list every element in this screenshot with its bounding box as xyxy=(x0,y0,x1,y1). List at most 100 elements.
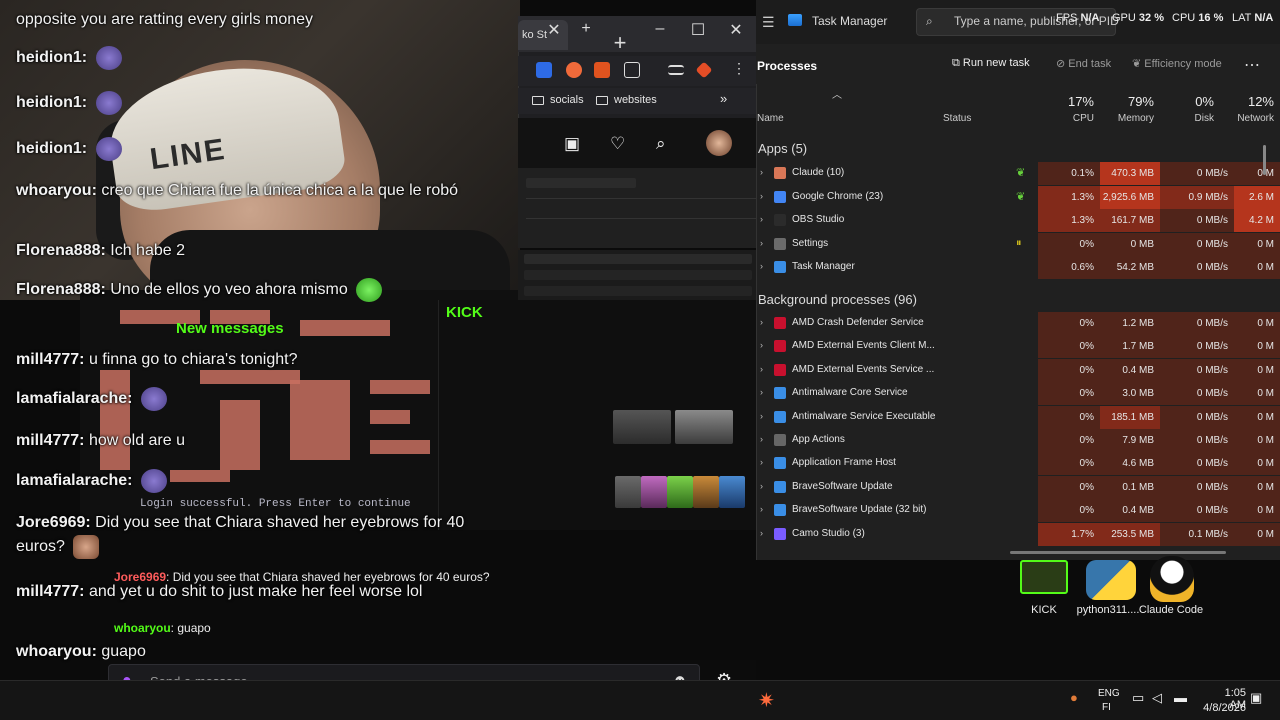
background-process-row[interactable]: › App Actions 0% 7.9 MB 0 MB/s 0 M xyxy=(756,429,1280,452)
chevron-right-icon[interactable]: › xyxy=(760,214,763,224)
media-icon[interactable] xyxy=(668,65,684,75)
process-name: AMD Crash Defender Service xyxy=(792,317,924,328)
chat-text: and yet u do shit to just make her feel … xyxy=(88,583,423,600)
background-process-row[interactable]: › Antimalware Core Service 0% 3.0 MB 0 MB/s 0… xyxy=(756,382,1280,406)
background-process-row[interactable]: › Camo Studio (3) 1.7% 253.5 MB 0.1 MB/s 0 M xyxy=(756,522,1280,546)
app-process-row[interactable]: › Google Chrome (23) ❦ 1.3% 2,925.6 MB 0.9 MB… xyxy=(756,185,1280,209)
end-task-button[interactable]: ⊘ End task xyxy=(1056,57,1111,70)
perf-value: N/A xyxy=(1254,12,1274,24)
desktop-icon-label[interactable]: python311.... xyxy=(1073,604,1143,616)
cpu-cell: 1.7% xyxy=(1038,522,1100,546)
chevron-right-icon[interactable]: › xyxy=(760,317,763,327)
bookmark-folder[interactable]: websites xyxy=(596,94,657,106)
column-memory[interactable]: Memory xyxy=(1100,113,1154,124)
chevron-right-icon[interactable]: › xyxy=(760,340,763,350)
chat-message: heidion1: xyxy=(16,91,486,115)
disk-cell: 0 MB/s xyxy=(1160,256,1234,279)
network-cell: 2.6 M xyxy=(1234,185,1280,209)
maximize-icon[interactable]: ☐ xyxy=(688,20,708,40)
chevron-right-icon[interactable]: › xyxy=(760,238,763,248)
chevron-right-icon[interactable]: › xyxy=(760,191,763,201)
process-name: OBS Studio xyxy=(792,214,845,225)
bitwarden-icon[interactable] xyxy=(536,62,552,78)
app-process-row[interactable]: › Claude (10) ❦ 0.1% 470.3 MB 0 MB/s 0 M xyxy=(756,162,1280,185)
vertical-scrollbar[interactable] xyxy=(1263,145,1266,175)
suspended-pause-icon: ⏸ xyxy=(1016,236,1022,249)
bookmark-folder[interactable]: socials xyxy=(532,94,584,106)
gpu-readout: GPU 32 % xyxy=(1112,12,1164,24)
network-cell: 0 M xyxy=(1234,429,1280,452)
following-icon[interactable]: ▣ xyxy=(564,134,580,154)
app-process-row[interactable]: › Settings ⏸ 0% 0 MB 0 MB/s 0 M xyxy=(756,232,1280,256)
hamburger-menu-icon[interactable]: ☰ xyxy=(762,14,775,31)
battery-icon[interactable]: ▬ xyxy=(1174,690,1187,705)
avatar[interactable] xyxy=(706,130,732,156)
disk-cell: 0 MB/s xyxy=(1160,475,1234,499)
desktop-icon-label[interactable]: Claude Code xyxy=(1136,604,1206,616)
new-tab-icon[interactable]: + xyxy=(576,20,596,38)
perf-label: GPU xyxy=(1112,12,1136,24)
puzzle-icon[interactable] xyxy=(624,62,640,78)
column-status[interactable]: Status xyxy=(943,113,971,124)
process-name: Google Chrome (23) xyxy=(792,190,884,202)
fox-icon[interactable] xyxy=(594,62,610,78)
background-process-row[interactable]: › BraveSoftware Update (32 bit) 0% 0.4 MB 0 … xyxy=(756,499,1280,523)
column-cpu[interactable]: CPU xyxy=(1038,113,1094,124)
clock-date[interactable]: 4/8/2026 xyxy=(1198,702,1246,714)
chevron-right-icon[interactable]: › xyxy=(760,261,763,271)
chevron-right-icon[interactable]: › xyxy=(760,364,763,374)
chevron-right-icon[interactable]: › xyxy=(760,434,763,444)
kick-app-icon[interactable] xyxy=(1020,560,1068,594)
network-total: 12% xyxy=(1247,94,1274,109)
network-cell: 0 M xyxy=(1234,499,1280,523)
column-name[interactable]: Name xyxy=(757,113,784,124)
claude-code-icon[interactable] xyxy=(1150,556,1194,602)
search-icon[interactable]: ⌕ xyxy=(656,134,666,154)
process-icon xyxy=(774,410,786,423)
microphone-tray-icon[interactable]: ● xyxy=(1070,690,1078,705)
app-process-row[interactable]: › OBS Studio 1.3% 161.7 MB 0 MB/s 4.2 M xyxy=(756,209,1280,232)
column-network[interactable]: Network xyxy=(1226,113,1274,124)
chevron-right-icon[interactable]: › xyxy=(760,387,763,397)
more-options-icon[interactable]: ⋯ xyxy=(1244,55,1260,75)
desktop-icon-label[interactable]: KICK xyxy=(1009,604,1079,616)
heart-icon[interactable]: ♡ xyxy=(610,134,625,154)
chat-text: u finna go to chiara's tonight? xyxy=(88,351,298,368)
column-disk[interactable]: Disk xyxy=(1160,113,1214,124)
network-cell: 0 M xyxy=(1234,382,1280,406)
horizontal-scrollbar[interactable] xyxy=(1010,551,1226,554)
run-new-task-button[interactable]: ⧉ Run new task xyxy=(952,57,1030,70)
background-process-row[interactable]: › AMD External Events Service ... 0% 0.4 MB… xyxy=(756,358,1280,382)
close-tab-icon[interactable]: ✕ xyxy=(544,20,564,40)
python-icon[interactable] xyxy=(1086,560,1136,600)
chevron-right-icon[interactable]: › xyxy=(760,411,763,421)
chevron-right-icon[interactable]: » xyxy=(720,91,727,106)
close-window-icon[interactable]: ✕ xyxy=(726,20,746,40)
chevron-right-icon[interactable]: › xyxy=(760,457,763,467)
notification-icon[interactable]: ▣ xyxy=(1250,690,1262,706)
keyboard-layout-indicator[interactable]: FI xyxy=(1102,702,1111,713)
background-process-row[interactable]: › AMD Crash Defender Service 0% 1.2 MB 0 MB/… xyxy=(756,312,1280,335)
pinned-app-icon[interactable]: ✷ xyxy=(758,688,775,713)
process-name: AMD External Events Client M... xyxy=(792,340,935,352)
extension-icon[interactable] xyxy=(566,62,582,78)
memory-cell: 3.0 MB xyxy=(1100,382,1160,406)
background-process-row[interactable]: › AMD External Events Client M... 0% 1.7 MB… xyxy=(756,335,1280,359)
background-process-row[interactable]: › Antimalware Service Executable 0% 185.1 M… xyxy=(756,405,1280,429)
chevron-right-icon[interactable]: › xyxy=(760,167,763,177)
background-process-row[interactable]: › BraveSoftware Update 0% 0.1 MB 0 MB/s 0 M xyxy=(756,475,1280,499)
language-indicator[interactable]: ENG xyxy=(1098,688,1120,699)
browser-menu-icon[interactable]: ⋮ xyxy=(732,60,746,77)
volume-icon[interactable]: ◁ xyxy=(1152,690,1162,706)
app-process-row[interactable]: › Task Manager 0.6% 54.2 MB 0 MB/s 0 M xyxy=(756,256,1280,279)
minimize-icon[interactable]: – xyxy=(650,20,670,38)
background-process-row[interactable]: › Application Frame Host 0% 4.6 MB 0 MB/s 0 M xyxy=(756,452,1280,476)
inner-chat-text: : Did you see that Chiara shaved her eye… xyxy=(166,570,490,584)
chevron-right-icon[interactable]: › xyxy=(760,481,763,491)
chevron-right-icon[interactable]: › xyxy=(760,504,763,514)
network-icon[interactable]: ▭ xyxy=(1132,690,1144,706)
chat-message: mill4777: how old are u xyxy=(16,429,486,453)
efficiency-mode-button[interactable]: ❦ Efficiency mode xyxy=(1132,57,1222,70)
memory-cell: 161.7 MB xyxy=(1100,209,1160,232)
chevron-right-icon[interactable]: › xyxy=(760,528,763,538)
